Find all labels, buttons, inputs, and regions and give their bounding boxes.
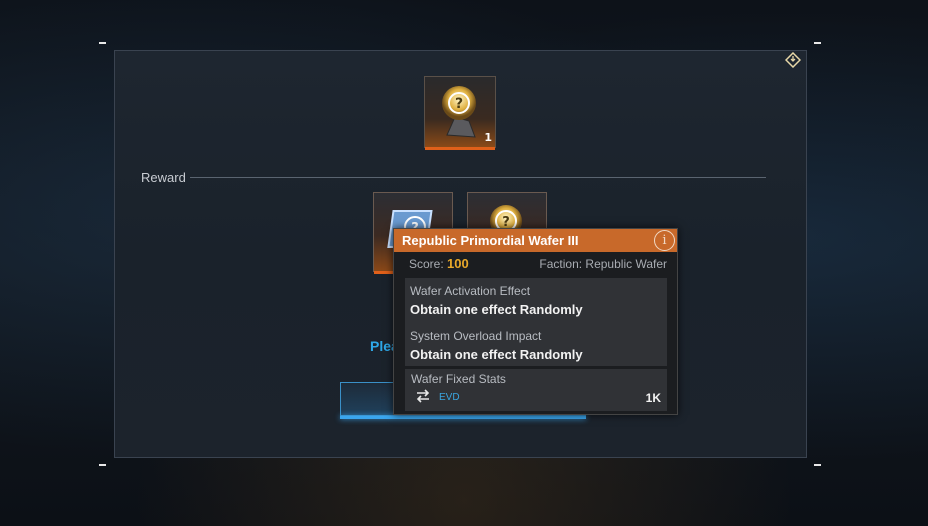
tooltip-header: Republic Primordial Wafer III i (394, 229, 677, 252)
top-item-slot[interactable]: ? 1 (424, 76, 496, 150)
swap-arrows-icon (415, 389, 431, 403)
activation-effect-value: Obtain one effect Randomly (410, 302, 583, 317)
section-divider (190, 177, 766, 178)
frame-corner-bottom-left (99, 464, 106, 466)
rarity-bar (425, 147, 495, 150)
score-value: 100 (447, 256, 469, 271)
tooltip-title: Republic Primordial Wafer III (402, 233, 579, 248)
activation-effect-title: Wafer Activation Effect (410, 284, 531, 298)
fixed-stats-box: Wafer Fixed Stats EVD 1K (405, 369, 667, 411)
stat-name: EVD (439, 392, 460, 403)
stat-value: 1K (645, 391, 661, 405)
faction-text: Faction: Republic Wafer (539, 257, 667, 271)
frame-corner-top-left (99, 42, 106, 44)
frame-corner-top-right (814, 42, 821, 44)
overload-value: Obtain one effect Randomly (410, 347, 583, 362)
diamond-badge-icon[interactable] (784, 51, 802, 69)
fixed-stats-title: Wafer Fixed Stats (411, 372, 506, 386)
effects-box: Wafer Activation Effect Obtain one effec… (405, 278, 667, 366)
overload-title: System Overload Impact (410, 329, 542, 343)
reward-section-label: Reward (141, 170, 186, 185)
svg-text:?: ? (455, 96, 463, 112)
info-icon[interactable]: i (654, 230, 675, 251)
score-label: Score: (409, 257, 444, 271)
item-tooltip: Republic Primordial Wafer III i Score: 1… (393, 228, 678, 415)
button-glow (340, 416, 586, 419)
item-quantity: 1 (484, 131, 492, 144)
frame-corner-bottom-right (814, 464, 821, 466)
